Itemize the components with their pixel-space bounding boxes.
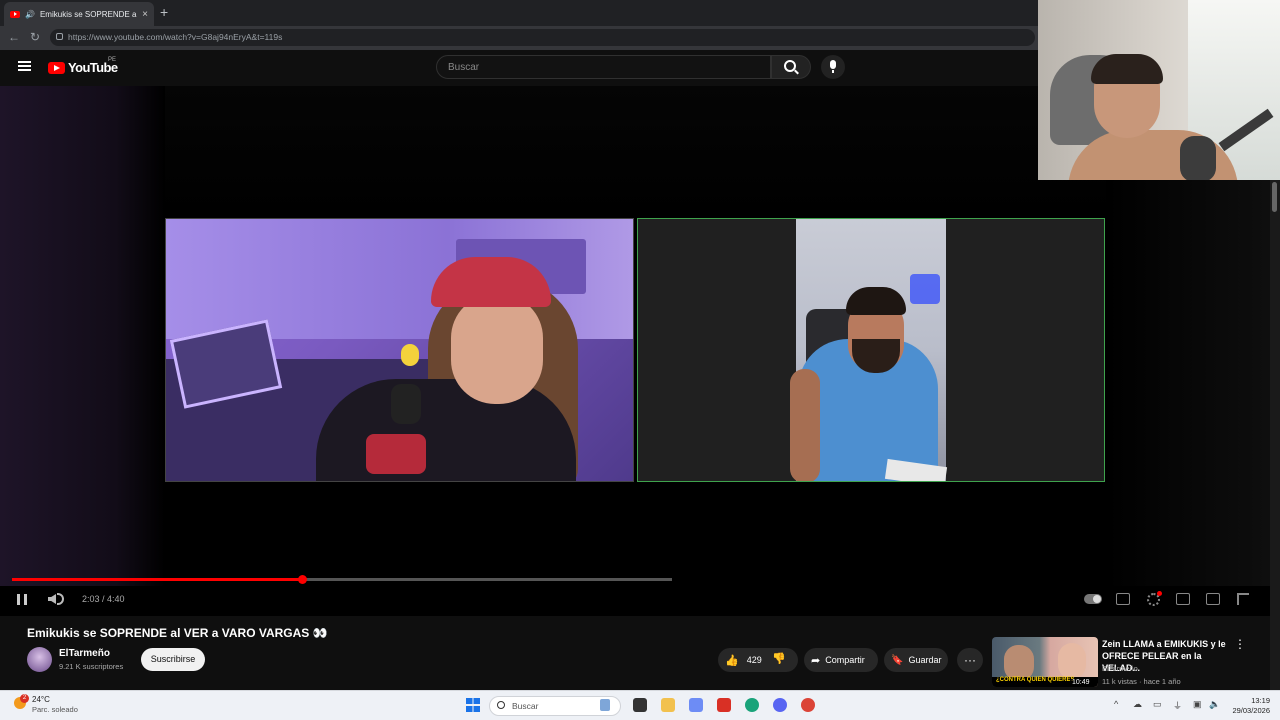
viewer-hair: [1091, 54, 1163, 84]
streamer-face: [451, 294, 543, 404]
ambient-glow-left: [0, 86, 165, 586]
save-button[interactable]: 🔖 Guardar: [884, 648, 948, 672]
thumbs-up-icon: 👍: [725, 654, 739, 667]
recommended-video-channel[interactable]: ElTarmeño: [1102, 664, 1138, 673]
streamer-jacket: [316, 379, 576, 481]
chrome-icon[interactable]: [801, 698, 815, 712]
neon-sign: [910, 274, 940, 304]
subscribe-button[interactable]: Suscribirse: [141, 648, 205, 671]
player-letterbox: [165, 86, 1106, 216]
task-view-icon[interactable]: [633, 698, 647, 712]
pause-icon[interactable]: [17, 594, 27, 605]
search-highlight-icon[interactable]: [600, 699, 610, 711]
printer-icon[interactable]: ▭: [1153, 699, 1162, 710]
browser-tab[interactable]: 🔊 Emikukis se SOPRENDE al VER ×: [4, 2, 154, 26]
recommended-more-icon[interactable]: ⋮: [1234, 637, 1246, 651]
video-frame-left-stream: [165, 218, 634, 482]
country-code: PE: [108, 57, 117, 63]
tab-close-icon[interactable]: ×: [142, 9, 148, 20]
new-tab-button[interactable]: +: [160, 4, 168, 20]
back-arrow-icon[interactable]: ←: [8, 30, 20, 44]
fullscreen-icon[interactable]: [1237, 593, 1249, 605]
channel-name[interactable]: ElTarmeño: [59, 648, 110, 659]
save-label: Guardar: [908, 655, 942, 665]
thumb-face-right: [1058, 643, 1086, 679]
subtitles-icon[interactable]: [1116, 593, 1130, 605]
recommended-video-duration: 10:49: [1070, 679, 1092, 686]
thumbs-down-icon[interactable]: 👎: [772, 652, 786, 665]
search-input[interactable]: Buscar: [436, 55, 771, 79]
weather-description[interactable]: Parc. soleado: [32, 705, 78, 714]
jacket-stripe: [366, 434, 426, 474]
speaker-tray-icon[interactable]: 🔈: [1209, 699, 1220, 710]
tab-title: Emikukis se SOPRENDE al VER: [39, 9, 137, 19]
network-icon[interactable]: ▣: [1193, 699, 1202, 710]
share-arrow-icon: ➦: [811, 654, 821, 667]
facecam-overlay: [1038, 0, 1280, 180]
like-button[interactable]: 👍 429: [718, 648, 798, 672]
recommended-video-meta: 11 k vistas · hace 1 año: [1102, 677, 1181, 686]
tattooed-arm: [790, 369, 820, 481]
more-actions-button[interactable]: ···: [957, 648, 983, 672]
scrollbar-thumb[interactable]: [1272, 182, 1277, 212]
miniplayer-icon[interactable]: [1176, 593, 1190, 605]
tray-chevron-icon[interactable]: ^: [1114, 699, 1118, 709]
file-explorer-icon[interactable]: [661, 698, 675, 712]
progress-bar-played[interactable]: [12, 578, 302, 581]
microphone-icon[interactable]: [830, 60, 836, 73]
bookmark-icon: 🔖: [891, 654, 904, 666]
reload-icon[interactable]: ↻: [30, 30, 40, 44]
weather-temperature[interactable]: 24°C: [32, 695, 50, 704]
page-scrollbar[interactable]: [1270, 180, 1280, 690]
hamburger-menu-icon[interactable]: [18, 61, 31, 71]
speaker-icon[interactable]: 🔊: [25, 10, 35, 19]
url-field[interactable]: https://www.youtube.com/watch?v=G8aj94nE…: [50, 29, 1035, 46]
autoplay-toggle-icon[interactable]: [1084, 594, 1102, 604]
clock-date[interactable]: 29/03/2026: [1224, 706, 1270, 715]
channel-avatar[interactable]: [27, 647, 52, 672]
site-info-icon[interactable]: [56, 33, 63, 40]
discord-icon[interactable]: [773, 698, 787, 712]
share-label: Compartir: [825, 655, 865, 665]
streamer-microphone: [391, 384, 421, 424]
usb-icon[interactable]: ⏚: [1173, 699, 1182, 712]
video-title: Emikukis se SOPRENDE al VER a VARO VARGA…: [27, 626, 328, 640]
weather-notification-badge: 2: [20, 694, 29, 703]
taskbar-search-icon: [497, 701, 505, 709]
youtube-favicon-icon: [10, 10, 20, 18]
clock-time[interactable]: 13:19: [1240, 696, 1270, 705]
cast-icon[interactable]: [1206, 593, 1220, 605]
onedrive-icon[interactable]: ☁: [1133, 699, 1142, 710]
youtube-play-logo-icon: [48, 61, 65, 74]
thumb-face-left: [1004, 645, 1034, 681]
wps-icon[interactable]: [717, 698, 731, 712]
hd-badge-icon: [1157, 591, 1162, 596]
man-hair: [846, 287, 906, 315]
rubber-duck: [401, 344, 419, 366]
search-icon[interactable]: [784, 60, 796, 72]
share-button[interactable]: ➦ Compartir: [804, 648, 878, 672]
video-frame-right-stream: [637, 218, 1105, 482]
like-count: 429: [746, 655, 762, 665]
copilot-icon[interactable]: [689, 698, 703, 712]
subscriber-count: 9.21 K suscriptores: [59, 662, 124, 671]
edge-icon[interactable]: [745, 698, 759, 712]
facecam-microphone: [1180, 136, 1216, 180]
windows-start-icon[interactable]: [466, 698, 480, 712]
time-display: 2:03 / 4:40: [82, 594, 125, 604]
browser-tab-bar: [0, 0, 1040, 26]
progress-scrubber[interactable]: [297, 575, 307, 584]
